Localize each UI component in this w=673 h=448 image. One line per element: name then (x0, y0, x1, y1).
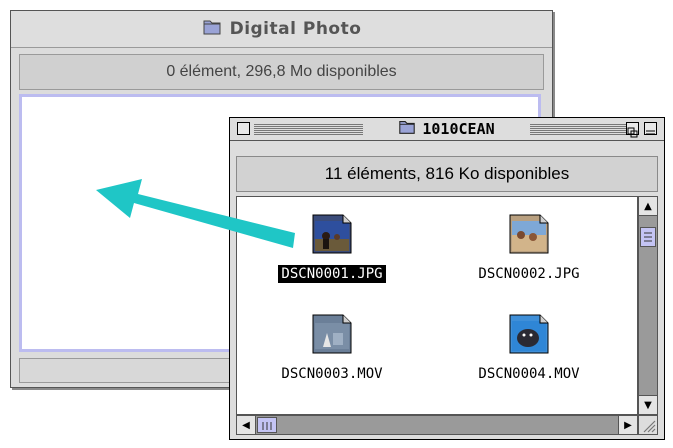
file-name: DSCN0004.MOV (478, 366, 580, 382)
resize-grip-icon[interactable] (638, 415, 658, 435)
zoom-box-button[interactable] (626, 122, 639, 138)
file-item[interactable]: DSCN0004.MOV (439, 311, 619, 383)
file-item[interactable]: DSCN0001.JPG (242, 211, 422, 283)
horizontal-scroll-thumb[interactable] (257, 417, 277, 433)
horizontal-scrollbar[interactable]: ◀ ▶ (236, 415, 638, 435)
scroll-right-arrow-icon[interactable]: ▶ (618, 416, 637, 434)
movie-file-icon (309, 311, 355, 361)
scroll-down-arrow-icon[interactable]: ▼ (639, 395, 657, 414)
scroll-left-arrow-icon[interactable]: ◀ (237, 416, 256, 434)
window-title: Digital Photo (229, 19, 362, 39)
collapse-box-button[interactable] (644, 122, 657, 135)
image-file-icon (506, 211, 552, 261)
close-box-button[interactable] (237, 122, 250, 135)
vertical-scroll-thumb[interactable] (640, 227, 656, 247)
file-item[interactable]: DSCN0003.MOV (242, 311, 422, 383)
window-info-bar: 11 éléments, 816 Ko disponibles (236, 156, 658, 192)
window-title-bar[interactable]: 1010CEAN (230, 118, 664, 141)
file-icons-area[interactable]: DSCN0001.JPG DSCN0002.JPG DSCN0003.MOV D… (236, 196, 638, 415)
window-title: 1010CEAN (422, 120, 495, 138)
file-name: DSCN0003.MOV (281, 366, 383, 382)
movie-file-icon (506, 311, 552, 361)
scroll-up-arrow-icon[interactable]: ▲ (639, 197, 657, 216)
window-info-bar: 0 élément, 296,8 Mo disponibles (19, 54, 544, 90)
vertical-scrollbar[interactable]: ▲ ▼ (638, 196, 658, 415)
file-name: DSCN0002.JPG (478, 266, 580, 282)
folder-window-1010cean[interactable]: 1010CEAN 11 éléments, 816 Ko disponibles (229, 117, 665, 440)
folder-icon (398, 118, 416, 140)
window-title-bar[interactable]: Digital Photo (11, 11, 552, 48)
file-name: DSCN0001.JPG (278, 265, 386, 283)
folder-icon (202, 17, 222, 41)
file-item[interactable]: DSCN0002.JPG (439, 211, 619, 283)
image-file-icon (309, 211, 355, 261)
